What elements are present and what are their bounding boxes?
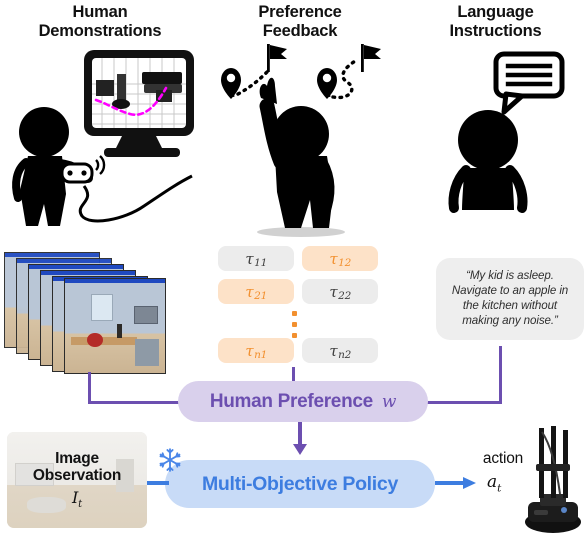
connector-policy-to-action: [435, 481, 465, 485]
trajectory-symbol: τ: [245, 341, 254, 360]
figure-canvas: Human Demonstrations Preference Feedback…: [0, 0, 588, 534]
trajectory-subscript: 21: [254, 289, 268, 302]
image-observation-node: Image Observation It: [7, 432, 147, 528]
column-title-line1: Human: [72, 3, 128, 21]
trajectory-subscript: 22: [338, 289, 352, 302]
column-title-line1: Preference: [258, 3, 342, 21]
column-title-language-instructions: Language Instructions: [408, 3, 583, 42]
column-title-line2: Feedback: [262, 22, 338, 41]
column-title-line2: Instructions: [449, 22, 542, 41]
trajectory-chip[interactable]: τ 12: [302, 246, 378, 271]
human-preference-node[interactable]: Human Preference w: [178, 381, 428, 422]
observation-label-line1: Image: [55, 449, 99, 467]
language-instruction-box: “My kid is asleep. Navigate to an apple …: [436, 258, 584, 340]
trajectory-symbol: τ: [245, 282, 254, 301]
stack-image-front: [64, 278, 166, 374]
person-with-speech-bubble-icon: [440, 50, 570, 235]
trajectory-subscript: n2: [338, 348, 352, 361]
connector-right-vertical: [499, 346, 502, 404]
column-title-line1: Language: [457, 3, 534, 21]
trajectory-symbol: τ: [329, 282, 338, 301]
column-title-preference-feedback: Preference Feedback: [205, 3, 395, 42]
trajectory-chip[interactable]: τ n1: [218, 338, 294, 363]
trajectory-chip[interactable]: τ n2: [302, 338, 378, 363]
observation-symbol: It: [72, 487, 82, 510]
trajectory-subscript: 12: [338, 256, 352, 269]
preference-weight-symbol: w: [381, 391, 397, 412]
column-title-human-demonstrations: Human Demonstrations: [10, 3, 190, 42]
trajectory-symbol: τ: [329, 249, 338, 268]
language-instruction-text: “My kid is asleep. Navigate to an apple …: [451, 269, 569, 327]
arrow-down-icon: [293, 444, 307, 455]
policy-label: Multi-Objective Policy: [201, 472, 399, 495]
arrow-right-icon: [463, 477, 476, 489]
connector-observation-to-policy: [147, 481, 169, 485]
multi-objective-policy-node[interactable]: Multi-Objective Policy: [165, 460, 435, 508]
trajectory-subscript: n1: [254, 348, 268, 361]
vertical-ellipsis-icon: [292, 311, 299, 344]
person-with-gamepad-facing-monitor-icon: [4, 44, 197, 236]
column-title-line2: Demonstrations: [38, 22, 162, 41]
trajectory-symbol: τ: [329, 341, 338, 360]
trajectory-subscript: 11: [254, 256, 268, 269]
image-observation-label: Image Observation It: [7, 432, 147, 528]
mobile-robot-photo: [520, 424, 586, 534]
connector-left-vertical: [88, 372, 91, 404]
trajectory-symbol: τ: [245, 249, 254, 268]
action-symbol: at: [487, 472, 502, 495]
snowflake-icon: [159, 448, 181, 472]
human-preference-label: Human Preference: [209, 390, 373, 412]
person-pointing-at-two-routes-icon: [205, 42, 395, 237]
trajectory-chip[interactable]: τ 11: [218, 246, 294, 271]
trajectory-chip[interactable]: τ 21: [218, 279, 294, 304]
demonstration-image-stack: [2, 252, 174, 374]
observation-label-line2: Observation: [32, 467, 122, 485]
trajectory-chip[interactable]: τ 22: [302, 279, 378, 304]
